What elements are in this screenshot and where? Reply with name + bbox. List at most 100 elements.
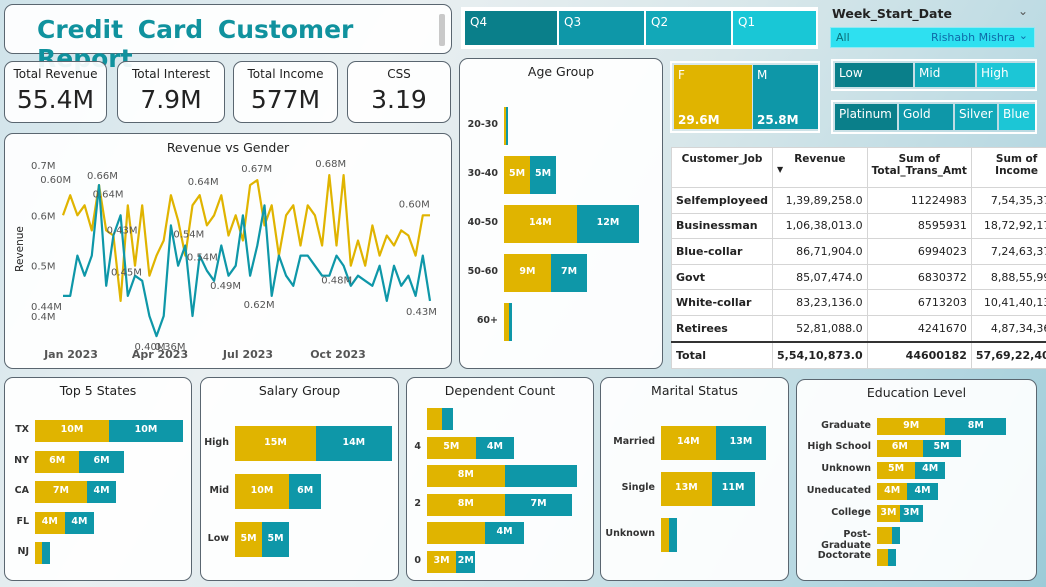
- bar-m[interactable]: 14M: [316, 426, 392, 461]
- card-tile-silver[interactable]: Silver: [955, 104, 997, 130]
- bar-m[interactable]: 3M: [899, 505, 923, 523]
- column-header[interactable]: Revenue ▼: [772, 147, 868, 188]
- bar-m[interactable]: 12M: [576, 205, 640, 243]
- bar-f[interactable]: 9M: [504, 254, 551, 292]
- bar-f[interactable]: [877, 527, 893, 544]
- gender-tile-f[interactable]: F 29.6M: [674, 65, 752, 129]
- category-label: 60+: [476, 315, 498, 326]
- bar-f[interactable]: 14M: [661, 426, 716, 460]
- bar-f[interactable]: 6M: [877, 439, 923, 457]
- bar-f[interactable]: [877, 548, 889, 566]
- bar-f[interactable]: 7M: [35, 481, 87, 503]
- bar-f[interactable]: 8M: [427, 493, 505, 516]
- bar-data-label: 15M: [264, 436, 287, 448]
- bar-m[interactable]: [509, 303, 513, 341]
- category-label: Unknown: [605, 528, 655, 539]
- value-cell: 4241670: [866, 314, 972, 343]
- bar-m[interactable]: 6M: [79, 450, 124, 473]
- card-tile-gold[interactable]: Gold: [899, 104, 953, 130]
- table-row[interactable]: Selfemployeed 1,39,89,258.0 11224983 7,54,3…: [670, 187, 1046, 214]
- bar-m[interactable]: 10M: [109, 420, 183, 442]
- bar-f[interactable]: 13M: [661, 472, 712, 506]
- bar-m[interactable]: 7M: [504, 493, 573, 516]
- column-header[interactable]: Sum of Total_Trans_Amt: [866, 147, 972, 188]
- card-tile-platinum[interactable]: Platinum: [835, 104, 897, 130]
- bar-m[interactable]: [888, 548, 896, 566]
- bar-m[interactable]: 4M: [907, 483, 938, 501]
- bar-m[interactable]: 4M: [485, 522, 524, 545]
- bar-f[interactable]: 9M: [877, 418, 946, 435]
- table-row[interactable]: Retirees52,81,088.042416704,87,34,360: [670, 314, 1046, 343]
- bar-data-label: 10M: [134, 424, 158, 435]
- bar-f[interactable]: [427, 408, 442, 430]
- income-tile-low[interactable]: Low: [835, 63, 913, 87]
- bar-f[interactable]: 4M: [35, 511, 65, 534]
- bar-f[interactable]: 3M: [877, 505, 900, 523]
- card-tile-blue[interactable]: Blue: [999, 104, 1035, 130]
- bar-data-label: 3M: [880, 506, 897, 518]
- bar-m[interactable]: 5M: [530, 156, 556, 194]
- bar-f[interactable]: [427, 522, 486, 545]
- bar-m[interactable]: [668, 518, 677, 552]
- bar-m[interactable]: [42, 542, 50, 564]
- table-row[interactable]: White-collar 83,23,136.0 6713203 10,41,40,1…: [670, 289, 1046, 316]
- bar-m[interactable]: [892, 527, 900, 544]
- bar-m[interactable]: 13M: [715, 426, 767, 460]
- data-point-label: 0.43M: [107, 225, 138, 236]
- bar-f[interactable]: 8M: [427, 465, 505, 488]
- bar-f[interactable]: 5M: [427, 436, 476, 459]
- bar-m[interactable]: 4M: [475, 436, 515, 459]
- bar-data-label: 5M: [240, 532, 257, 544]
- bar-m[interactable]: [505, 107, 508, 145]
- bar-f[interactable]: 10M: [235, 474, 289, 509]
- column-header[interactable]: Customer_Job: [670, 147, 774, 188]
- bar-f[interactable]: 5M: [504, 156, 530, 194]
- bar-f[interactable]: 5M: [235, 522, 262, 557]
- bar-f[interactable]: 10M: [35, 420, 109, 442]
- quarter-tile-q4[interactable]: Q4: [465, 11, 557, 45]
- table-row[interactable]: Businessman 1,06,38,013.0 8595931 18,72,92,…: [670, 212, 1046, 240]
- bar-m[interactable]: 2M: [456, 551, 476, 573]
- category-label: Post-Graduate: [821, 528, 871, 551]
- gender-tile-m[interactable]: M 25.8M: [753, 65, 818, 129]
- bar-f[interactable]: 14M: [504, 205, 577, 243]
- bar-f[interactable]: 3M: [427, 551, 457, 573]
- bar-m[interactable]: 8M: [945, 418, 1007, 435]
- table-row[interactable]: Govt85,07,474.068303728,88,55,996: [670, 263, 1046, 291]
- marital-status-panel: Marital Status Married 14M 13M Single 13M 11M…: [600, 377, 789, 581]
- income-tile-high[interactable]: High: [977, 63, 1035, 87]
- report-title-card: Credit Card Customer Report: [4, 4, 452, 73]
- bar-f[interactable]: 4M: [877, 483, 908, 501]
- bar-m[interactable]: [441, 408, 454, 430]
- bar-m[interactable]: 4M: [86, 481, 117, 503]
- bar-m[interactable]: 4M: [64, 511, 95, 534]
- data-point-label: 0.54M: [173, 230, 204, 241]
- bar-m[interactable]: 11M: [711, 472, 755, 506]
- data-point-label: 0.64M: [93, 189, 124, 200]
- bar-m[interactable]: 5M: [262, 522, 289, 557]
- bar-f[interactable]: 15M: [235, 426, 316, 461]
- value-cell: 8595931: [866, 212, 972, 240]
- bar-m[interactable]: [504, 465, 578, 488]
- quarter-tile-q1[interactable]: Q1: [733, 11, 816, 45]
- table-row[interactable]: Blue-collar86,71,904.069940237,24,63,375: [670, 238, 1046, 265]
- bar-m[interactable]: 7M: [550, 254, 588, 292]
- bar-f[interactable]: 5M: [877, 461, 915, 479]
- bar-m[interactable]: 6M: [289, 474, 322, 509]
- quarter-tile-q3[interactable]: Q3: [559, 11, 644, 45]
- bar-f[interactable]: [661, 518, 669, 552]
- chevron-down-icon[interactable]: ⌄: [1018, 4, 1028, 18]
- chart-title: Top 5 States: [59, 383, 137, 398]
- bar-f[interactable]: [35, 542, 43, 564]
- week-slicer-dropdown[interactable]: All Rishabh Mishra ⌄: [830, 27, 1035, 48]
- data-point-label: 0.45M: [111, 268, 142, 279]
- education-level-panel: Education Level Graduate 9M 8M High School 6…: [796, 379, 1037, 581]
- quarter-tile-q2[interactable]: Q2: [646, 11, 731, 45]
- age-group-panel: Age Group 20-30 30-40 5M 5M 40-50 14M 12M 50-60…: [459, 58, 663, 369]
- column-header[interactable]: Sum of Income: [970, 147, 1046, 188]
- bar-m[interactable]: 5M: [922, 439, 961, 457]
- scrollbar[interactable]: [439, 14, 445, 46]
- income-tile-mid[interactable]: Mid: [915, 63, 975, 87]
- bar-f[interactable]: 6M: [35, 450, 80, 473]
- bar-m[interactable]: 4M: [915, 461, 946, 479]
